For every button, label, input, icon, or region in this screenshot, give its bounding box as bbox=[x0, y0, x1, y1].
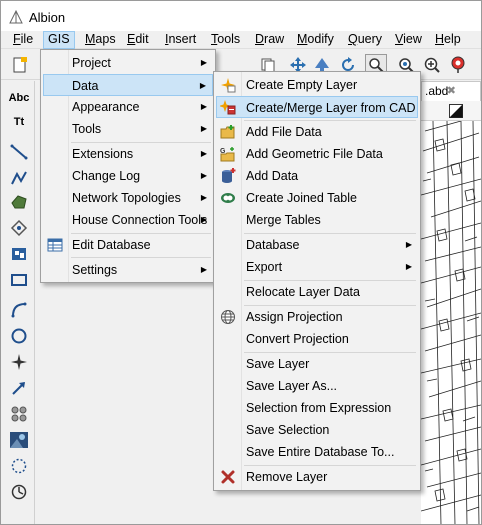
measure-tool-icon[interactable] bbox=[8, 481, 30, 503]
app-logo-icon bbox=[9, 10, 23, 24]
gis-menu-item-data[interactable]: Data ▶ bbox=[43, 74, 213, 96]
arc-tool-icon[interactable] bbox=[8, 299, 30, 321]
new-document-icon[interactable] bbox=[9, 54, 31, 76]
left-toolbar: Abc Tt bbox=[1, 81, 35, 524]
parcel-map-drawing bbox=[421, 121, 481, 524]
text-tool-label: Abc bbox=[8, 92, 30, 104]
submenu-arrow-icon: ▶ bbox=[405, 240, 412, 249]
data-menu-item-database[interactable]: Database ▶ bbox=[216, 234, 418, 256]
submenu-arrow-icon: ▶ bbox=[200, 265, 207, 274]
join-table-icon bbox=[221, 193, 235, 203]
text-style-tool-label: Tt bbox=[13, 116, 25, 128]
geometric-folder-icon: G bbox=[220, 147, 235, 162]
data-menu-item-add-data[interactable]: Add Data bbox=[216, 165, 418, 187]
menu-gis[interactable]: GIS bbox=[43, 31, 75, 49]
sparkle-layer-icon bbox=[221, 78, 236, 93]
vertex-tool-icon[interactable] bbox=[8, 217, 30, 239]
close-tab-icon[interactable]: ✖ bbox=[447, 82, 456, 100]
polygon-tool-icon[interactable] bbox=[8, 191, 30, 213]
data-menu-item-create-joined-table[interactable]: Create Joined Table bbox=[216, 187, 418, 209]
gis-menu-item-change-log[interactable]: Change Log ▶ bbox=[43, 165, 213, 187]
gis-menu-item-settings[interactable]: Settings ▶ bbox=[43, 259, 213, 281]
point-tool-icon[interactable] bbox=[8, 351, 30, 373]
data-menu-item-add-file-data[interactable]: Add File Data bbox=[216, 121, 418, 143]
menu-insert[interactable]: Insert bbox=[161, 31, 200, 49]
submenu-arrow-icon: ▶ bbox=[199, 81, 206, 90]
submenu-arrow-icon: ▶ bbox=[200, 149, 207, 158]
menu-bar: File GIS Maps Edit Insert Tools Draw Mod… bbox=[1, 31, 481, 49]
cad-layer-icon bbox=[220, 100, 236, 115]
menu-view[interactable]: View bbox=[391, 31, 426, 49]
database-add-icon bbox=[222, 168, 236, 183]
folder-add-icon bbox=[220, 125, 235, 139]
data-menu-item-save-selection[interactable]: Save Selection bbox=[216, 419, 418, 441]
data-menu-item-assign-projection[interactable]: Assign Projection bbox=[216, 306, 418, 328]
data-menu-item-add-geometric-file-data[interactable]: G Add Geometric File Data bbox=[216, 143, 418, 165]
map-toolbar-strip bbox=[421, 101, 481, 121]
menu-modify[interactable]: Modify bbox=[293, 31, 338, 49]
gis-menu-item-network-topologies[interactable]: Network Topologies ▶ bbox=[43, 187, 213, 209]
rectangle-tool-icon[interactable] bbox=[8, 269, 30, 291]
menu-file[interactable]: File bbox=[9, 31, 37, 49]
data-menu-item-relocate-layer-data[interactable]: Relocate Layer Data bbox=[216, 281, 418, 303]
symbol-tool-icon[interactable] bbox=[8, 243, 30, 265]
data-menu-item-save-layer-as[interactable]: Save Layer As... bbox=[216, 375, 418, 397]
gis-menu-item-appearance[interactable]: Appearance ▶ bbox=[43, 96, 213, 118]
data-menu-item-convert-projection[interactable]: Convert Projection bbox=[216, 328, 418, 350]
polyline-tool-icon[interactable] bbox=[8, 167, 30, 189]
data-menu-item-selection-from-expression[interactable]: Selection from Expression bbox=[216, 397, 418, 419]
document-tab[interactable]: .abd ✖ bbox=[421, 81, 481, 101]
submenu-arrow-icon: ▶ bbox=[200, 102, 207, 111]
data-menu-item-create-merge-layer-from-cad[interactable]: Create/Merge Layer from CAD bbox=[216, 96, 418, 118]
gis-menu-separator bbox=[71, 257, 211, 258]
gis-menu-item-edit-database[interactable]: Edit Database bbox=[43, 234, 213, 256]
circle-tool-icon[interactable] bbox=[8, 325, 30, 347]
line-tool-icon[interactable] bbox=[8, 141, 30, 163]
data-menu-item-save-layer[interactable]: Save Layer bbox=[216, 353, 418, 375]
app-window: Albion File GIS Maps Edit Insert Tools D… bbox=[0, 0, 482, 525]
submenu-arrow-icon: ▶ bbox=[405, 262, 412, 271]
gis-menu-item-extensions[interactable]: Extensions ▶ bbox=[43, 143, 213, 165]
remove-x-icon bbox=[221, 470, 235, 484]
submenu-arrow-icon: ▶ bbox=[200, 58, 207, 67]
data-menu-item-remove-layer[interactable]: Remove Layer bbox=[216, 466, 418, 488]
submenu-arrow-icon: ▶ bbox=[200, 193, 207, 202]
menu-tools[interactable]: Tools bbox=[207, 31, 244, 49]
data-menu-item-export[interactable]: Export ▶ bbox=[216, 256, 418, 278]
title-bar: Albion bbox=[1, 1, 481, 31]
menu-help[interactable]: Help bbox=[431, 31, 465, 49]
table-grid-icon bbox=[47, 238, 63, 252]
image-tool-icon[interactable] bbox=[8, 429, 30, 451]
gis-menu: Project ▶ Data ▶ Appearance ▶ Tools ▶ Extens… bbox=[40, 49, 216, 283]
selection-circle-icon[interactable] bbox=[8, 455, 30, 477]
map-canvas[interactable] bbox=[421, 121, 481, 524]
gis-menu-item-tools[interactable]: Tools ▶ bbox=[43, 118, 213, 140]
submenu-arrow-icon: ▶ bbox=[200, 215, 207, 224]
data-menu-item-save-entire-database-to[interactable]: Save Entire Database To... bbox=[216, 441, 418, 463]
arrow-tool-icon[interactable] bbox=[8, 377, 30, 399]
document-tab-label: .abd bbox=[425, 84, 449, 98]
text-style-tool-button[interactable]: Tt bbox=[8, 111, 30, 133]
menu-maps[interactable]: Maps bbox=[81, 31, 120, 49]
black-white-toggle-icon[interactable] bbox=[449, 104, 463, 118]
menu-draw[interactable]: Draw bbox=[251, 31, 288, 49]
submenu-arrow-icon: ▶ bbox=[200, 171, 207, 180]
data-submenu: Create Empty Layer Create/Merge Layer fr… bbox=[213, 71, 421, 491]
pin-location-icon[interactable] bbox=[447, 54, 469, 76]
gis-menu-item-house-connection-tools[interactable]: House Connection Tools ▶ bbox=[43, 209, 213, 231]
globe-icon bbox=[221, 310, 235, 324]
gis-menu-item-project[interactable]: Project ▶ bbox=[43, 52, 213, 74]
menu-query[interactable]: Query bbox=[344, 31, 386, 49]
text-tool-button[interactable]: Abc bbox=[8, 87, 30, 109]
data-menu-item-merge-tables[interactable]: Merge Tables bbox=[216, 209, 418, 231]
submenu-arrow-icon: ▶ bbox=[200, 124, 207, 133]
zoom-in-icon[interactable] bbox=[421, 54, 443, 76]
data-menu-item-create-empty-layer[interactable]: Create Empty Layer bbox=[216, 74, 418, 96]
menu-edit[interactable]: Edit bbox=[123, 31, 153, 49]
multi-point-tool-icon[interactable] bbox=[8, 403, 30, 425]
window-title: Albion bbox=[29, 10, 66, 25]
